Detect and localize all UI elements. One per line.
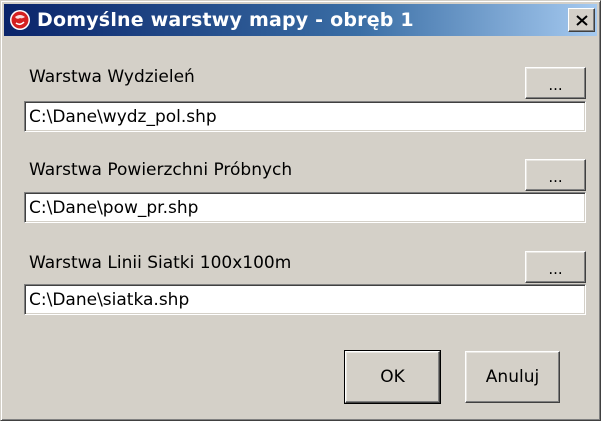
layer-label-powierzchni: Warstwa Powierzchni Próbnych [29, 160, 293, 180]
browse-button-powierzchni[interactable]: ... [525, 159, 586, 191]
close-button[interactable] [568, 8, 595, 32]
path-field-powierzchni[interactable] [24, 192, 586, 223]
close-icon [575, 14, 588, 26]
path-field-wydzielen[interactable] [24, 101, 586, 132]
browse-button-wydzielen[interactable]: ... [525, 67, 586, 99]
layer-label-siatki: Warstwa Linii Siatki 100x100m [29, 253, 292, 273]
layer-label-wydzielen: Warstwa Wydzieleń [29, 67, 195, 87]
app-globe-icon [10, 10, 30, 30]
browse-button-siatki[interactable]: ... [525, 251, 586, 283]
dialog-window: Domyślne warstwy mapy - obręb 1 Warstwa … [0, 0, 601, 421]
path-field-siatki[interactable] [24, 284, 586, 315]
ok-button[interactable]: OK [344, 350, 441, 404]
cancel-button[interactable]: Anuluj [465, 351, 560, 403]
title-bar[interactable]: Domyślne warstwy mapy - obręb 1 [4, 4, 597, 36]
window-title: Domyślne warstwy mapy - obręb 1 [37, 9, 414, 31]
